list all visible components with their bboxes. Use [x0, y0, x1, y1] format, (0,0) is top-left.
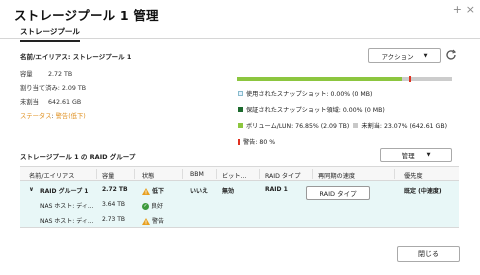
info-row-capacity: 容量 2.72 TB: [20, 69, 72, 78]
cell-status: 警告: [142, 216, 164, 225]
info-row-allocated: 割り当て済み: 2.09 TB: [20, 85, 87, 92]
column-header[interactable]: ビット...: [222, 171, 246, 180]
swatch-free: [353, 123, 359, 128]
raid-group-title: ストレージプール 1 の RAID グループ: [20, 153, 136, 161]
cell-raid-type: RAID 1: [265, 186, 288, 193]
legend-reserved: 保証されたスナップショット領域: 0.00% (0 MB): [238, 105, 385, 114]
manage-dropdown[interactable]: 管理 ▼: [380, 148, 452, 162]
swatch-warning: [238, 138, 240, 145]
raid-type-popup-button[interactable]: RAID タイプ: [306, 186, 370, 200]
cell-capacity: 2.72 TB: [102, 186, 128, 193]
cell-bbm: いいえ: [190, 188, 209, 195]
usage-bar-warning-marker: [409, 76, 411, 82]
window-titlebar: ストレージプール 1 管理 + ×: [0, 0, 480, 24]
usage-bar: [237, 76, 452, 82]
swatch-snapshot: [238, 91, 243, 96]
table-row[interactable]: NAS ホスト: ディ... 2.73 TB 警告: [20, 212, 459, 227]
legend-snapshot: 使用されたスナップショット: 0.00% (0 MB): [238, 89, 372, 98]
window-title: ストレージプール 1 管理: [14, 8, 159, 23]
chevron-down-icon: ▼: [423, 52, 428, 59]
table-row[interactable]: NAS ホスト: ディ... 3.64 TB ✓ 良好: [20, 197, 459, 212]
info-row-status: ステータス: 警告(低下): [20, 113, 86, 120]
action-label: アクション: [381, 52, 414, 61]
status-value: 警告(低下): [55, 113, 86, 120]
legend-text: 未割当: 23.07% (642.61 GB): [361, 123, 448, 130]
cell-name: NAS ホスト: ディ...: [40, 203, 94, 210]
tab-storage-pool[interactable]: ストレージプール: [20, 26, 80, 42]
cell-capacity: 3.64 TB: [102, 201, 126, 208]
warning-icon: [142, 218, 150, 225]
info-label: 割り当て済み: [20, 85, 58, 92]
column-header[interactable]: 再同期の速度: [318, 171, 355, 180]
legend-text: ボリューム/LUN: 76.85% (2.09 TB): [246, 123, 350, 130]
cell-capacity: 2.73 TB: [102, 216, 126, 223]
cell-name: NAS ホスト: ディ...: [40, 218, 94, 225]
info-row-unallocated: 未割当 642.61 GB: [20, 97, 81, 106]
chevron-down-icon: ▼: [426, 152, 431, 158]
column-header[interactable]: 容量: [102, 171, 114, 180]
column-header[interactable]: BBM: [190, 171, 204, 178]
legend-text: 保証されたスナップショット領域: 0.00% (0 MB): [246, 107, 385, 114]
tab-bar: ストレージプール: [0, 24, 480, 42]
info-value: 2.09 TB: [61, 85, 87, 92]
minimize-icon[interactable]: +: [453, 3, 462, 16]
column-header[interactable]: 名前/エイリアス: [29, 171, 74, 180]
cell-name: RAID グループ 1: [40, 188, 89, 195]
legend-volume: ボリューム/LUN: 76.85% (2.09 TB) 未割当: 23.07% …: [238, 121, 447, 130]
manage-label: 管理: [401, 152, 415, 160]
legend-warning: 警告: 80 %: [238, 137, 275, 146]
table-header: 名前/エイリアス 容量 状態 BBM ビット... RAID タイプ 再同期の速…: [20, 166, 459, 181]
table-row[interactable]: ∨ RAID グループ 1 2.72 TB 低下 いいえ 無効 RAID 1 既…: [20, 182, 459, 197]
pool-name: 名前/エイリアス: ストレージプール 1: [20, 53, 132, 61]
legend-text: 使用されたスナップショット: 0.00% (0 MB): [246, 91, 373, 98]
cell-priority: 既定 (中速度): [404, 188, 442, 195]
swatch-reserved: [238, 107, 243, 112]
info-value: 2.72 TB: [48, 71, 73, 78]
column-header[interactable]: 状態: [142, 171, 154, 180]
info-label: ステータス: [20, 113, 52, 120]
usage-bar-used: [237, 77, 403, 81]
column-header[interactable]: 優先度: [404, 171, 423, 180]
close-icon[interactable]: ×: [466, 3, 475, 16]
action-dropdown[interactable]: アクション ▼: [368, 48, 441, 63]
table-body: ∨ RAID グループ 1 2.72 TB 低下 いいえ 無効 RAID 1 既…: [20, 181, 459, 228]
info-label: 容量: [20, 71, 33, 78]
close-button[interactable]: 閉じる: [397, 246, 460, 262]
raid-group-table: 名前/エイリアス 容量 状態 BBM ビット... RAID タイプ 再同期の速…: [20, 166, 459, 228]
cell-status: ✓ 良好: [142, 203, 164, 210]
info-value: 642.61 GB: [48, 99, 82, 106]
swatch-volume: [238, 123, 243, 128]
info-label: 未割当: [20, 99, 39, 106]
cell-status: 低下: [142, 186, 164, 195]
warning-icon: [142, 188, 150, 195]
cell-bitmap: 無効: [222, 188, 235, 195]
column-header[interactable]: RAID タイプ: [265, 171, 300, 180]
legend-text: 警告: 80 %: [243, 139, 276, 146]
refresh-icon[interactable]: [445, 49, 457, 61]
check-icon: ✓: [142, 203, 149, 210]
expand-chevron-icon[interactable]: ∨: [29, 186, 34, 193]
